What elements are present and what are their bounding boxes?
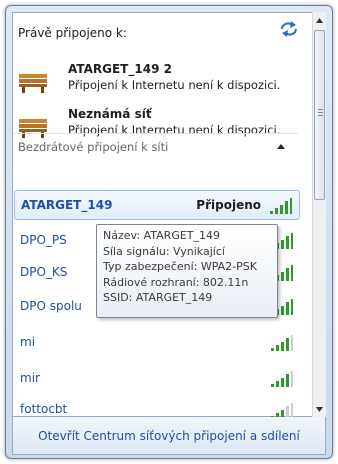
signal-strength-icon [270, 198, 292, 214]
connection-name: ATARGET_149 2 [68, 62, 172, 76]
network-ssid: DPO_PS [20, 233, 67, 247]
bench-network-icon [19, 119, 47, 138]
network-item[interactable]: mi [14, 328, 300, 358]
network-ssid: DPO_KS [20, 265, 68, 279]
network-ssid: mir [20, 371, 40, 385]
tooltip-signal-strength: Síla signálu: Vynikající [103, 244, 225, 258]
scroll-thumb[interactable] [314, 30, 325, 200]
network-item[interactable]: fottocbt [14, 396, 300, 417]
signal-strength-icon [271, 335, 293, 351]
network-ssid: DPO spolu [20, 299, 82, 313]
connection-status: Připojení k Internetu není k dispozici. [68, 78, 281, 92]
network-ssid: mi [20, 335, 36, 349]
wireless-section-header: Bezdrátové připojení k síti [18, 140, 169, 154]
tooltip-name: Název: ATARGET_149 [103, 229, 221, 242]
scroll-down-button[interactable] [313, 401, 326, 417]
scroll-up-button[interactable] [313, 12, 326, 28]
current-connection-1: ATARGET_149 2 Připojení k Internetu není… [16, 62, 306, 102]
network-ssid: fottocbt [20, 402, 68, 416]
network-list-scrollbar[interactable] [312, 12, 326, 417]
bench-network-icon [19, 74, 47, 93]
tooltip-radio-type: Rádiové rozhraní: 802.11n [103, 275, 249, 289]
refresh-icon[interactable] [278, 20, 300, 38]
signal-strength-icon [271, 371, 293, 387]
tooltip-ssid: SSID: ATARGET_149 [103, 291, 213, 305]
network-state: Připojeno [196, 198, 261, 212]
tooltip-security-type: Typ zabezpečení: WPA2-PSK [103, 260, 257, 274]
current-connections-header: Právě připojeno k: [18, 26, 127, 40]
arrow-down-icon [316, 406, 323, 412]
connection-status: Připojení k Internetu není k dispozici. [68, 123, 281, 137]
chevron-up-icon[interactable] [276, 142, 286, 150]
network-item[interactable]: mir [14, 364, 300, 394]
connection-name: Neznámá síť [68, 107, 152, 121]
flyout-footer: Otevřít Centrum síťových připojení a sdí… [12, 417, 326, 455]
open-network-center-link[interactable]: Otevřít Centrum síťových připojení a sdí… [38, 429, 300, 443]
scroll-grip [318, 109, 323, 110]
signal-strength-icon [271, 403, 293, 417]
network-ssid: ATARGET_149 [21, 198, 113, 212]
network-item[interactable]: ATARGET_149 Připojeno [14, 190, 300, 220]
network-details-tooltip: Název: ATARGET_149 Síla signálu: Vynikaj… [96, 224, 278, 318]
section-divider [14, 133, 298, 134]
arrow-up-icon [316, 17, 323, 23]
